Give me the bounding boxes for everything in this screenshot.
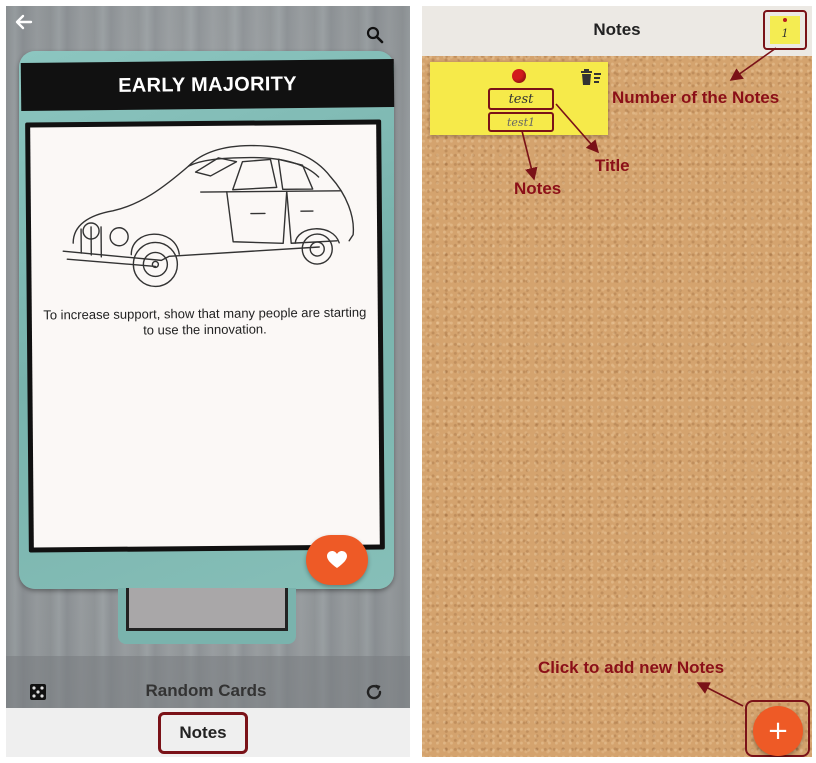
heart-icon [327, 551, 347, 568]
favorite-button[interactable] [306, 535, 368, 585]
trash-icon[interactable] [580, 68, 602, 86]
card-title-bar: EARLY MAJORITY [20, 59, 395, 111]
page-title: Notes [593, 20, 641, 39]
notes-nav-label: Notes [179, 723, 227, 742]
add-note-button[interactable]: + [753, 706, 803, 756]
annotation-add-notes: Click to add new Notes [538, 658, 725, 677]
card-screen: EARLY MAJORITY To increase support, show… [6, 6, 410, 757]
note-body: test1 [507, 115, 535, 129]
next-card-preview [118, 588, 296, 644]
car-illustration [62, 144, 355, 288]
dice-icon[interactable] [26, 680, 50, 704]
plus-icon: + [767, 716, 789, 746]
note-title-highlight: test [488, 88, 554, 110]
card-description: To increase support, show that many peop… [43, 304, 367, 338]
notes-screen: Notes 1 test test1 + [422, 6, 812, 757]
note-title: test [508, 91, 534, 107]
card-frame: To increase support, show that many peop… [25, 119, 385, 553]
bottom-nav: Notes [6, 708, 410, 757]
notes-count: 1 [781, 26, 789, 40]
search-icon[interactable] [362, 22, 388, 48]
sticky-note-icon: 1 [770, 16, 800, 44]
back-arrow-icon[interactable] [12, 10, 36, 34]
refresh-icon[interactable] [362, 680, 386, 704]
pin-icon [512, 69, 526, 83]
add-button-highlight: + [745, 700, 810, 757]
annotation-title: Title [595, 156, 630, 175]
innovation-card[interactable]: EARLY MAJORITY To increase support, show… [19, 51, 395, 589]
card-title: EARLY MAJORITY [118, 72, 297, 97]
notes-nav-button[interactable]: Notes [158, 712, 248, 754]
notes-header: Notes 1 [422, 6, 812, 56]
annotation-notes: Notes [514, 179, 562, 198]
note-card[interactable]: test test1 [430, 62, 608, 135]
card-body: To increase support, show that many peop… [30, 124, 380, 548]
random-cards-label[interactable]: Random Cards [106, 681, 306, 701]
note-body-highlight: test1 [488, 112, 554, 132]
notes-count-badge[interactable]: 1 [763, 10, 807, 50]
annotation-number-of-notes: Number of the Notes [612, 88, 780, 107]
